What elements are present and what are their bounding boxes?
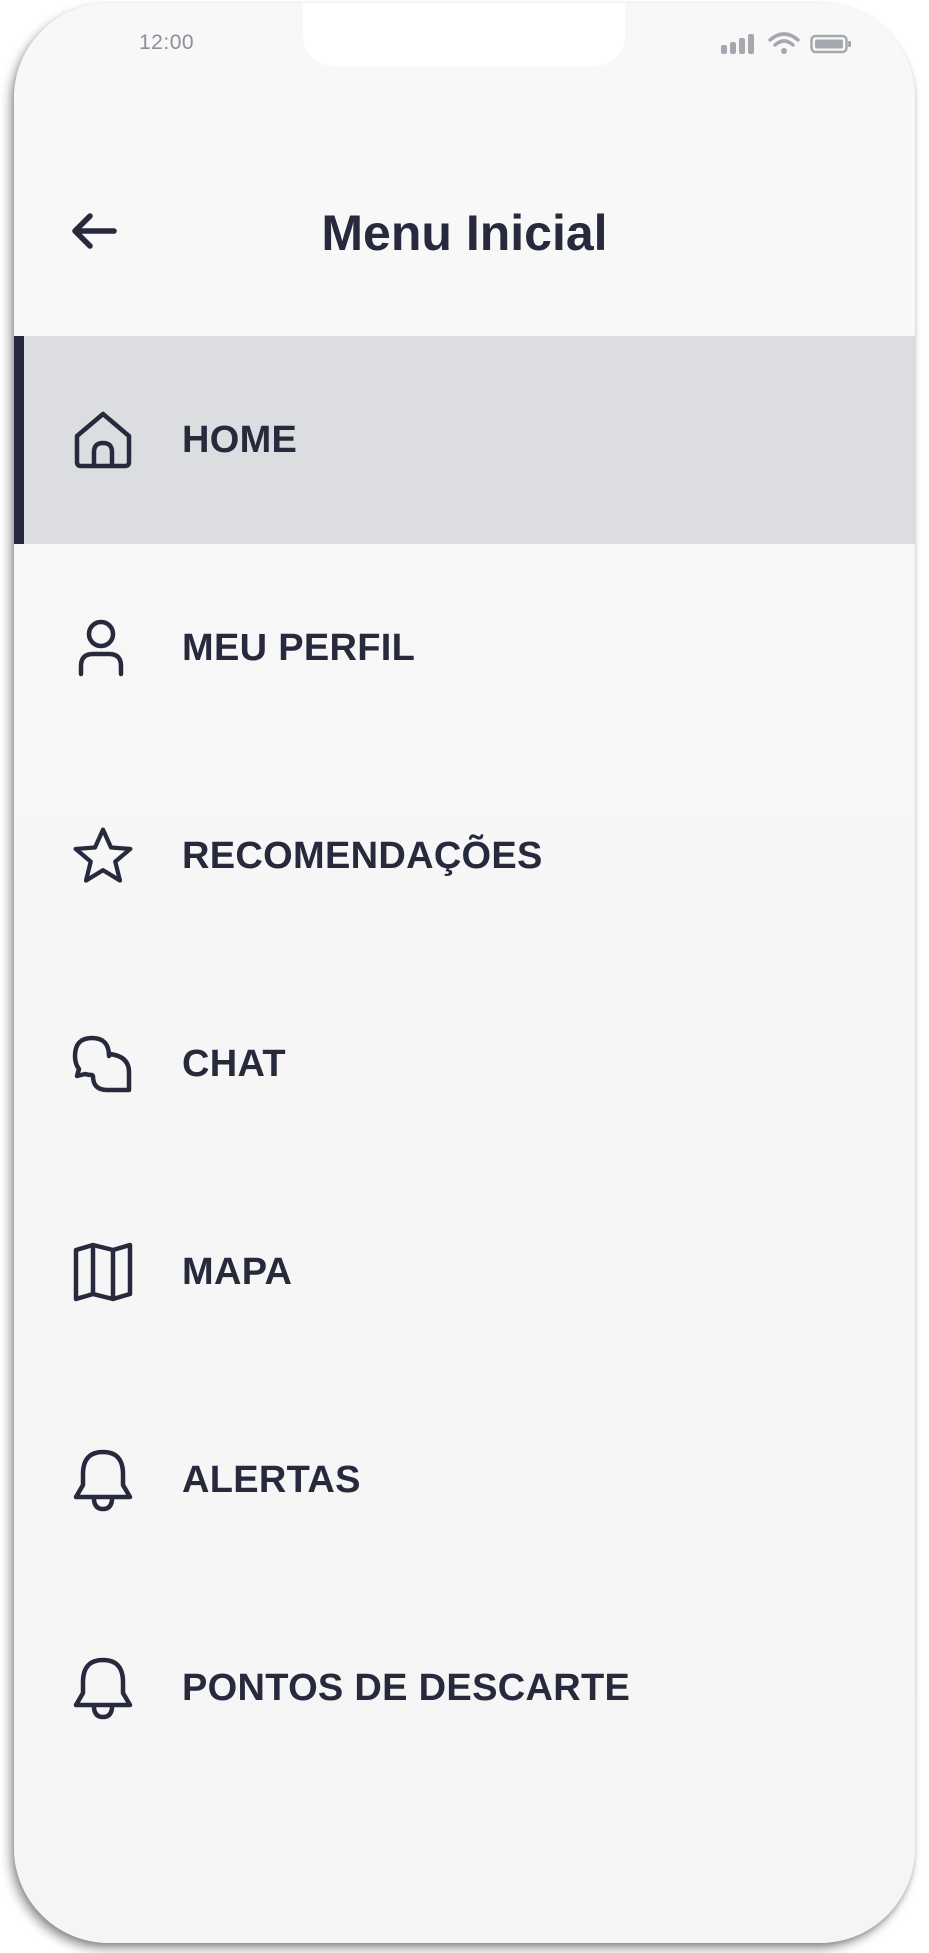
- bell-icon: [70, 1447, 136, 1513]
- menu-item-label: MAPA: [182, 1250, 293, 1293]
- menu-item-label: PONTOS DE DESCARTE: [182, 1666, 631, 1709]
- phone-screen: 12:00 Menu Inicial HOME MEU PERFIL RECOM…: [14, 3, 915, 1943]
- map-icon: [70, 1239, 136, 1305]
- menu-list: HOME MEU PERFIL RECOMENDAÇÕES CHAT MAPA …: [14, 336, 915, 1792]
- menu-item-mapa[interactable]: MAPA: [14, 1168, 915, 1376]
- user-icon: [70, 615, 136, 681]
- menu-item-meu-perfil[interactable]: MEU PERFIL: [14, 544, 915, 752]
- menu-item-label: CHAT: [182, 1042, 286, 1085]
- menu-item-label: MEU PERFIL: [182, 626, 416, 669]
- menu-item-label: HOME: [182, 418, 298, 461]
- status-icons: [720, 31, 852, 57]
- menu-item-label: ALERTAS: [182, 1458, 361, 1501]
- home-icon: [70, 407, 136, 473]
- wifi-icon: [768, 32, 800, 56]
- menu-item-pontos-de-descarte[interactable]: PONTOS DE DESCARTE: [14, 1584, 915, 1792]
- menu-item-recomendacoes[interactable]: RECOMENDAÇÕES: [14, 752, 915, 960]
- page-title: Menu Inicial: [321, 205, 608, 261]
- menu-item-home[interactable]: HOME: [14, 336, 915, 544]
- status-time: 12:00: [139, 31, 195, 54]
- chat-icon: [70, 1031, 136, 1097]
- menu-item-alertas[interactable]: ALERTAS: [14, 1376, 915, 1584]
- star-icon: [70, 823, 136, 889]
- bell-icon: [70, 1655, 136, 1721]
- phone-notch: [303, 3, 625, 66]
- menu-item-label: RECOMENDAÇÕES: [182, 834, 543, 877]
- battery-icon: [810, 33, 852, 55]
- menu-item-chat[interactable]: CHAT: [14, 960, 915, 1168]
- signal-icon: [720, 33, 758, 55]
- header: Menu Inicial: [14, 178, 915, 288]
